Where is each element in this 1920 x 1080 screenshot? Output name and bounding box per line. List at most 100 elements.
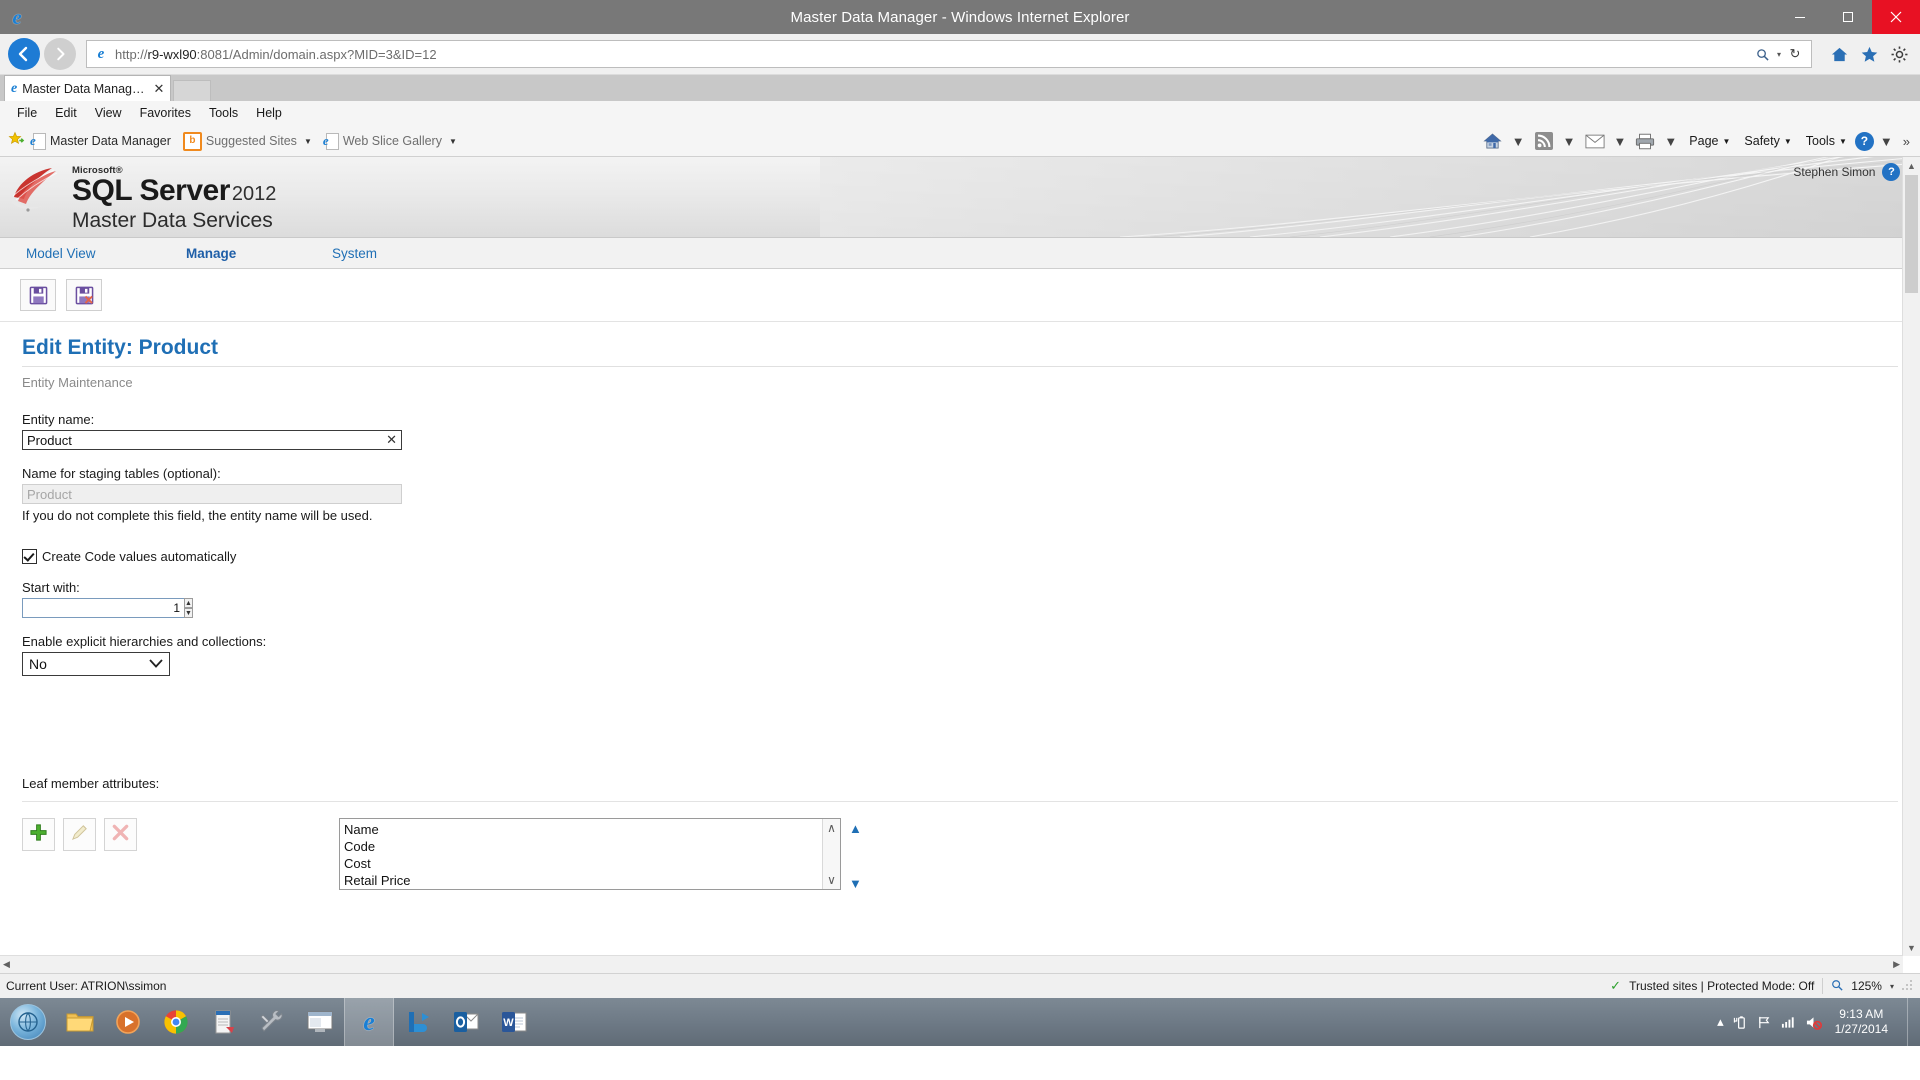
start-with-stepper[interactable]: ▲ ▼	[22, 598, 193, 618]
save-button[interactable]	[20, 279, 56, 311]
tab-master-data-manager[interactable]: e Master Data Manag… ✕	[4, 75, 172, 101]
zoom-icon[interactable]	[1831, 979, 1843, 994]
tab-close-icon[interactable]: ✕	[154, 81, 165, 97]
home-dropdown-icon[interactable]: ▼	[1508, 134, 1529, 149]
page-vertical-scrollbar[interactable]: ▲ ▼	[1902, 157, 1920, 956]
help-dropdown-icon[interactable]: ▼	[1876, 134, 1897, 149]
scroll-down-button[interactable]: ▼	[1903, 939, 1920, 956]
home-icon[interactable]	[1480, 128, 1506, 154]
help-icon[interactable]: ?	[1882, 163, 1901, 181]
zoom-level[interactable]: 125%	[1851, 979, 1882, 993]
power-icon[interactable]	[1733, 1015, 1748, 1030]
minimize-button[interactable]	[1776, 0, 1824, 34]
chevron-down-icon[interactable]: ▼	[304, 137, 312, 146]
taskbar-remote-desktop[interactable]	[296, 998, 344, 1046]
search-dropdown-icon[interactable]: ▾	[1777, 50, 1781, 59]
taskbar-file-explorer[interactable]	[56, 998, 104, 1046]
menu-help[interactable]: Help	[247, 101, 291, 126]
edit-attribute-button[interactable]	[63, 818, 96, 851]
explicit-hierarchies-select[interactable]: No	[22, 652, 170, 676]
start-button[interactable]	[0, 1004, 56, 1040]
new-tab-button[interactable]	[173, 80, 212, 101]
favorite-master-data-manager[interactable]: e Master Data Manager	[25, 133, 177, 150]
taskbar-word[interactable]: W	[490, 998, 538, 1046]
command-page-menu[interactable]: Page ▼	[1683, 134, 1736, 148]
maximize-button[interactable]	[1824, 0, 1872, 34]
taskbar-notepad[interactable]	[200, 998, 248, 1046]
scroll-right-button[interactable]: ▶	[1893, 959, 1900, 970]
home-icon[interactable]	[1826, 41, 1852, 67]
taskbar-media-player[interactable]	[104, 998, 152, 1046]
leaf-attributes-listbox[interactable]: Name Code Cost Retail Price ∧ ∨	[339, 818, 841, 890]
back-button[interactable]	[8, 38, 40, 70]
address-input[interactable]: e http://r9-wxl90:8081/Admin/domain.aspx…	[86, 40, 1812, 68]
command-overflow-icon[interactable]: »	[1899, 134, 1914, 149]
delete-attribute-button[interactable]	[104, 818, 137, 851]
show-desktop-button[interactable]	[1907, 998, 1916, 1046]
close-button[interactable]	[1872, 0, 1920, 34]
scroll-up-icon[interactable]: ∧	[827, 821, 836, 835]
stepper-down-button[interactable]: ▼	[184, 608, 193, 618]
list-item[interactable]: Name	[344, 821, 822, 838]
forward-button[interactable]	[44, 38, 76, 70]
resize-grip[interactable]	[1902, 980, 1914, 992]
stepper-up-button[interactable]: ▲	[184, 598, 193, 608]
add-favorite-icon[interactable]	[8, 131, 25, 151]
page-horizontal-scrollbar[interactable]: ◀ ▶	[0, 955, 1903, 973]
search-icon[interactable]	[1751, 42, 1775, 66]
rss-icon[interactable]	[1531, 128, 1557, 154]
flag-icon[interactable]	[1757, 1015, 1772, 1030]
list-item[interactable]: Code	[344, 838, 822, 855]
clock[interactable]: 9:13 AM 1/27/2014	[1831, 1007, 1898, 1037]
chevron-down-icon[interactable]: ▼	[449, 137, 457, 146]
printer-icon[interactable]	[1632, 128, 1658, 154]
command-bar: ▼ ▼ ▼ ▼ Page ▼ Safety ▼ Tools ▼ ? ▼ »	[1480, 126, 1914, 156]
feeds-dropdown-icon[interactable]: ▼	[1559, 134, 1580, 149]
staging-table-input[interactable]: Product	[22, 484, 402, 504]
add-attribute-button[interactable]	[22, 818, 55, 851]
menu-edit[interactable]: Edit	[46, 101, 86, 126]
taskbar-outlook[interactable]	[442, 998, 490, 1046]
refresh-icon[interactable]: ↻	[1783, 42, 1807, 66]
clear-icon[interactable]: ✕	[386, 432, 397, 448]
favorites-star-icon[interactable]	[1856, 41, 1882, 67]
move-down-button[interactable]: ▼	[849, 876, 862, 891]
listbox-scrollbar[interactable]: ∧ ∨	[822, 819, 840, 889]
taskbar-chrome[interactable]	[152, 998, 200, 1046]
auto-code-checkbox[interactable]	[22, 549, 37, 564]
taskbar-lync[interactable]	[394, 998, 442, 1046]
auto-code-row[interactable]: Create Code values automatically	[22, 549, 1898, 564]
move-up-button[interactable]: ▲	[849, 821, 862, 836]
volume-muted-icon[interactable]	[1805, 1015, 1822, 1030]
scroll-up-button[interactable]: ▲	[1903, 157, 1920, 174]
command-tools-menu[interactable]: Tools ▼	[1800, 134, 1853, 148]
start-with-input[interactable]	[22, 598, 184, 618]
menu-favorites[interactable]: Favorites	[131, 101, 200, 126]
taskbar-internet-explorer[interactable]: e	[344, 998, 394, 1046]
favorite-suggested-sites[interactable]: b Suggested Sites ▼	[177, 131, 318, 151]
list-item[interactable]: Cost	[344, 855, 822, 872]
network-icon[interactable]	[1781, 1015, 1796, 1029]
mail-icon[interactable]	[1582, 128, 1608, 154]
scroll-down-icon[interactable]: ∨	[827, 873, 836, 887]
mail-dropdown-icon[interactable]: ▼	[1610, 134, 1631, 149]
favorite-web-slice-gallery[interactable]: e Web Slice Gallery ▼	[318, 133, 463, 150]
zoom-dropdown-icon[interactable]: ▾	[1890, 982, 1894, 991]
scroll-left-button[interactable]: ◀	[3, 959, 10, 970]
menu-view[interactable]: View	[86, 101, 131, 126]
list-item[interactable]: Retail Price	[344, 872, 822, 889]
settings-gear-icon[interactable]	[1886, 41, 1912, 67]
print-dropdown-icon[interactable]: ▼	[1660, 134, 1681, 149]
command-safety-menu[interactable]: Safety ▼	[1738, 134, 1797, 148]
nav-model-view[interactable]: Model View	[26, 246, 186, 261]
vertical-scroll-thumb[interactable]	[1905, 175, 1918, 293]
nav-manage[interactable]: Manage	[186, 246, 332, 261]
entity-name-input[interactable]: Product ✕	[22, 430, 402, 450]
menu-tools[interactable]: Tools	[200, 101, 247, 126]
menu-file[interactable]: File	[8, 101, 46, 126]
save-and-close-button[interactable]	[66, 279, 102, 311]
taskbar-tools[interactable]	[248, 998, 296, 1046]
help-icon[interactable]: ?	[1854, 131, 1874, 151]
nav-system[interactable]: System	[332, 246, 377, 261]
tray-expand-icon[interactable]: ▴	[1717, 1014, 1724, 1030]
